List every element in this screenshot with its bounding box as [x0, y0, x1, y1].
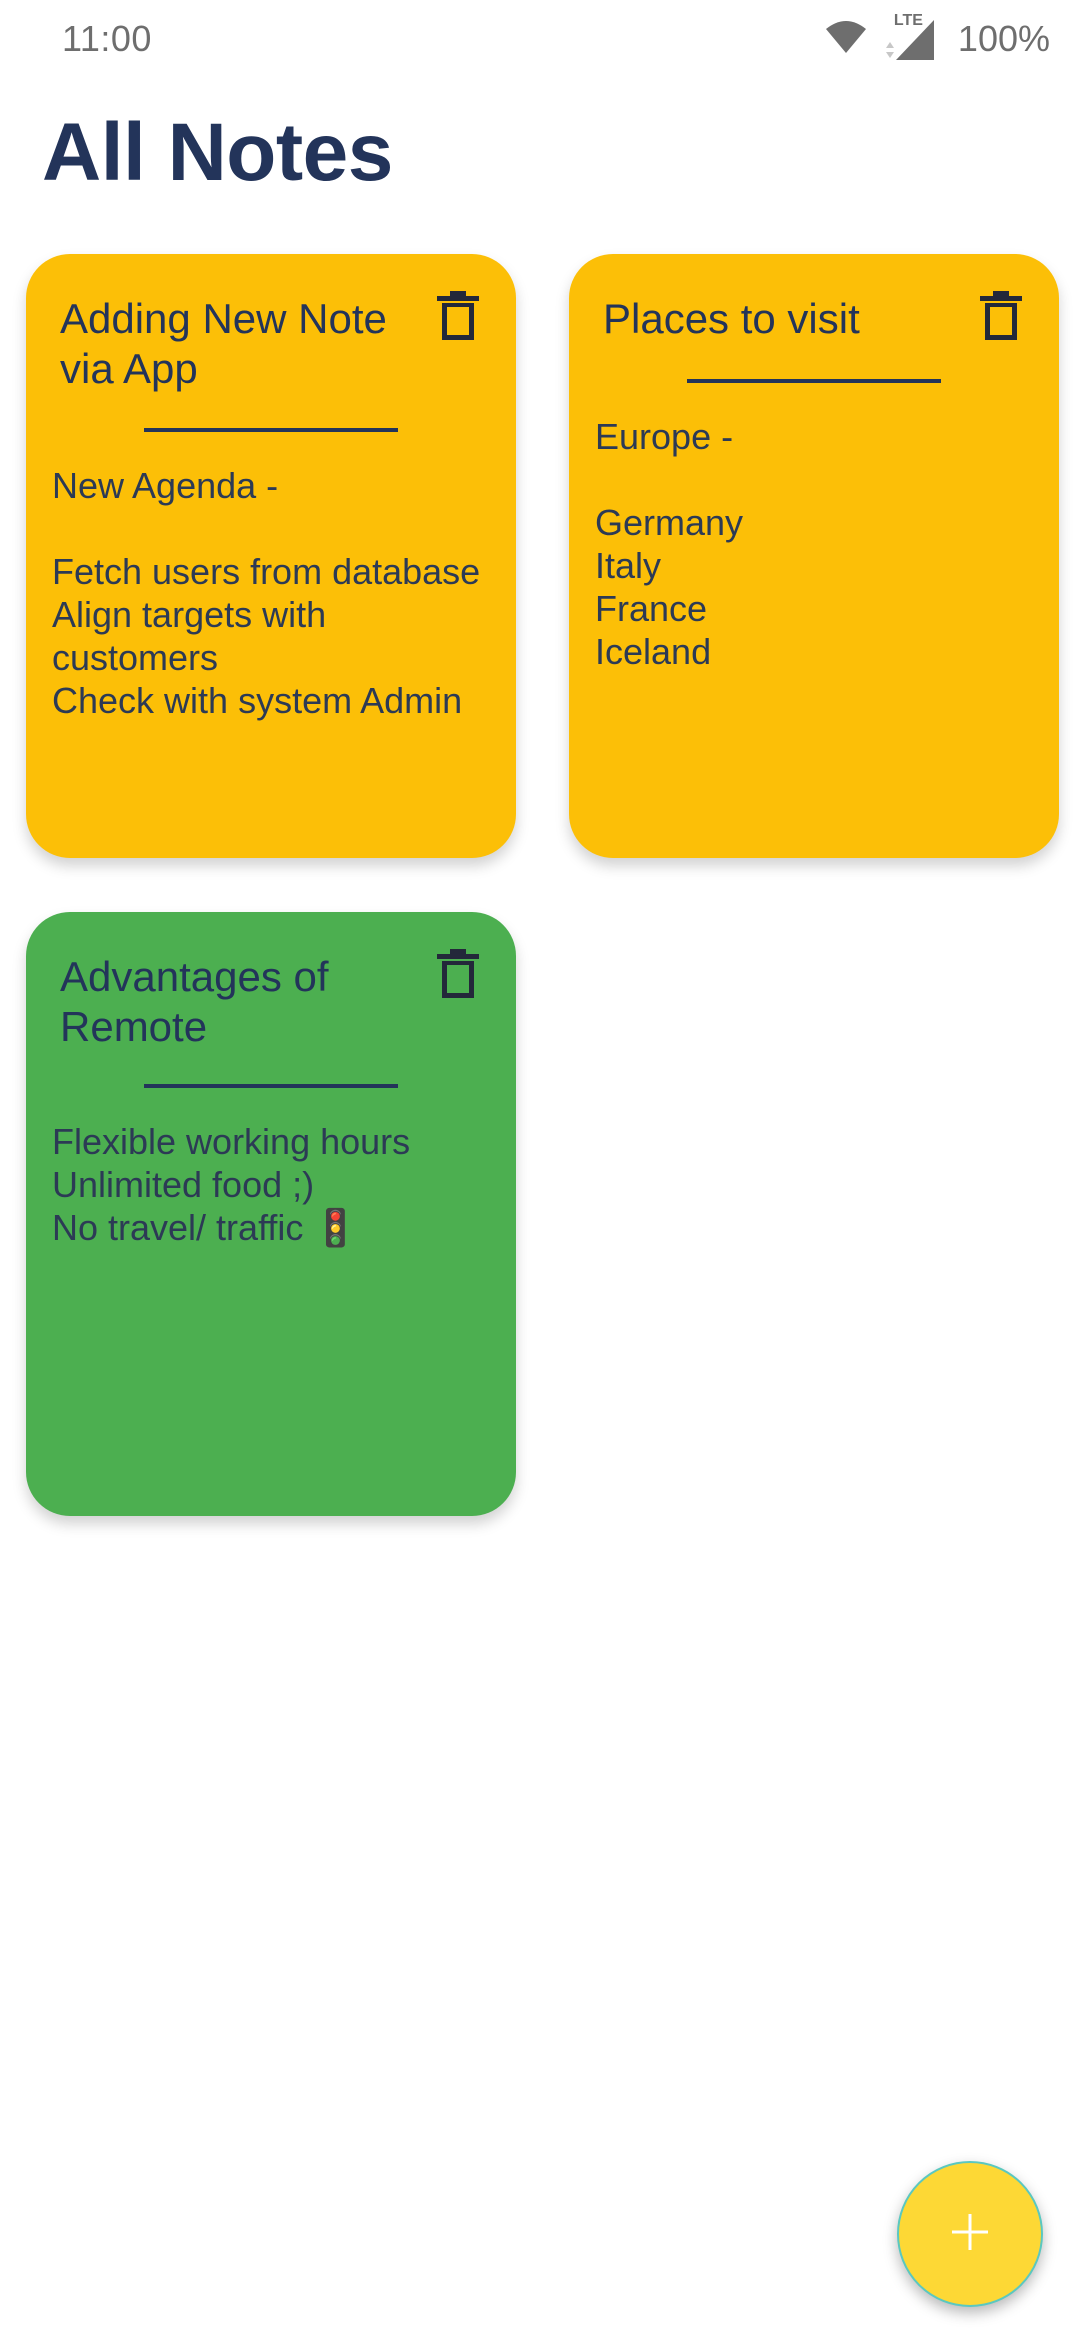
note-title: Advantages of Remote	[60, 953, 329, 1050]
wifi-icon	[824, 19, 868, 60]
note-body: Flexible working hours Unlimited food ;)…	[52, 1121, 411, 1248]
note-title: Places to visit	[603, 295, 860, 342]
trash-icon[interactable]	[979, 290, 1023, 342]
note-card[interactable]: Places to visit Europe - Germany Italy F…	[569, 254, 1059, 858]
note-body: Europe - Germany Italy France Iceland	[595, 416, 744, 672]
page-title: All Notes	[42, 107, 393, 198]
battery-percentage: 100%	[957, 18, 1050, 59]
status-time: 11:00	[62, 18, 152, 59]
network-type-label: LTE	[893, 12, 923, 29]
trash-icon[interactable]	[436, 290, 480, 342]
note-card[interactable]: Advantages of Remote Flexible working ho…	[26, 912, 516, 1516]
note-card[interactable]: Adding New Note via App New Agenda - Fet…	[26, 254, 516, 858]
note-divider	[144, 1084, 398, 1088]
plus-icon	[950, 2212, 990, 2257]
note-divider	[144, 428, 398, 432]
note-body: New Agenda - Fetch users from database A…	[52, 465, 481, 721]
cell-signal-icon: LTE	[882, 12, 938, 62]
status-bar: 11:00 LTE 100%	[0, 0, 1080, 82]
trash-icon[interactable]	[436, 948, 480, 1000]
add-note-button[interactable]	[897, 2161, 1043, 2307]
note-divider	[687, 379, 941, 383]
note-title: Adding New Note via App	[60, 295, 387, 392]
status-icons: LTE 100%	[824, 12, 1050, 64]
